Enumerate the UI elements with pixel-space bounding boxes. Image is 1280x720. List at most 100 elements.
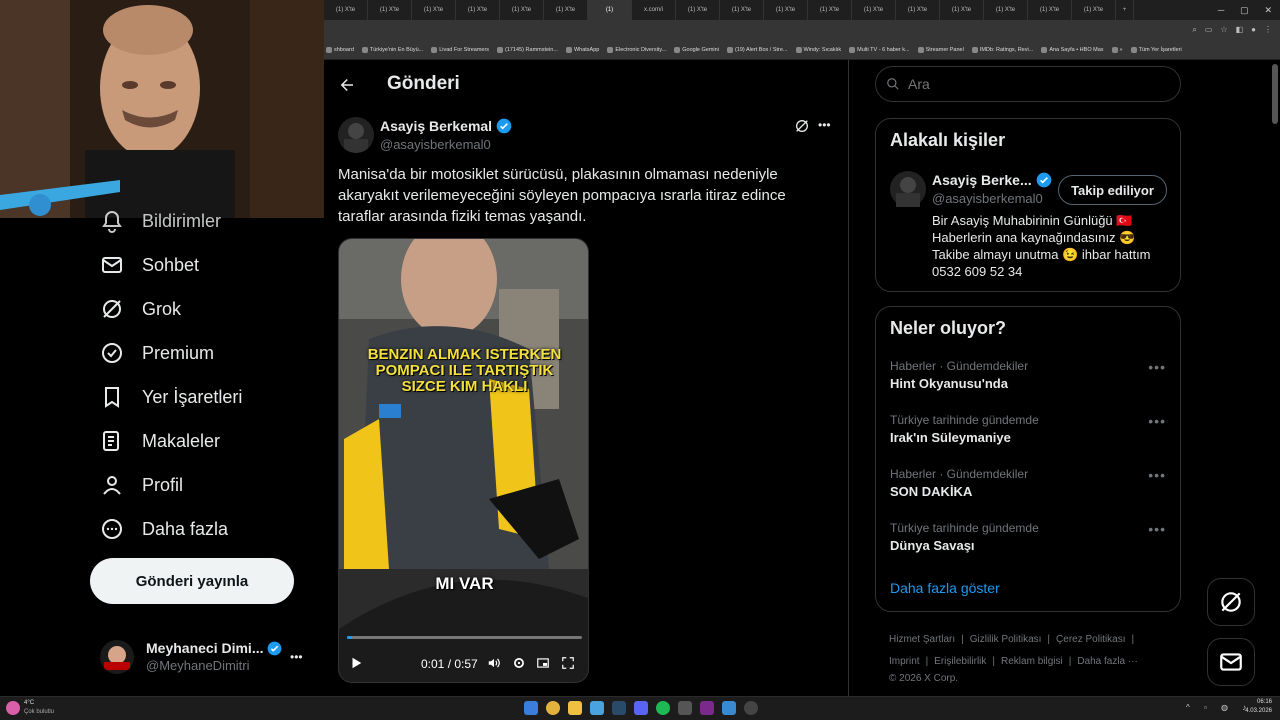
bookmark-item[interactable]: Livad For Streamers — [431, 46, 489, 53]
related-avatar[interactable] — [890, 171, 926, 207]
trend-item[interactable]: Haberler · Gündemdekiler Hint Okyanusu'nd… — [890, 359, 1166, 391]
trend-more-button[interactable]: ••• — [1148, 467, 1166, 483]
trend-item[interactable]: Haberler · Gündemdekiler SON DAKİKA ••• — [890, 467, 1166, 499]
grok-fab[interactable] — [1207, 578, 1255, 626]
nav-item-premium[interactable]: Premium — [100, 339, 214, 367]
browser-tab[interactable]: (1) X'te — [764, 0, 808, 20]
bookmark-item[interactable]: Tüm Yer İşaretleri — [1130, 46, 1182, 53]
post-button[interactable]: Gönderi yayınla — [90, 558, 294, 604]
video-progress-track[interactable] — [347, 636, 582, 639]
author-name-row[interactable]: Asayiş Berkemal — [380, 118, 512, 134]
browser-tab[interactable]: (1) X'te — [324, 0, 368, 20]
browser-tab[interactable]: (1) X'te — [1072, 0, 1116, 20]
back-arrow-icon[interactable] — [338, 76, 356, 94]
footer-link[interactable]: Gizlilik Politikası — [970, 629, 1042, 651]
bookmark-item[interactable]: Electronic Diversity... — [607, 46, 666, 53]
play-icon[interactable] — [349, 656, 363, 670]
browser-tab[interactable]: (1) X'te — [412, 0, 456, 20]
nav-item-bookmark[interactable]: Yer İşaretleri — [100, 383, 242, 411]
settings-gear-icon[interactable] — [512, 656, 526, 670]
steam-icon[interactable] — [612, 701, 626, 715]
footer-link[interactable]: Imprint — [889, 651, 920, 673]
browser-tab[interactable]: (1) X'te — [720, 0, 764, 20]
bookmark-item[interactable]: Ana Sayfa • HBO Max — [1041, 46, 1104, 53]
page-scrollbar[interactable] — [1272, 64, 1278, 124]
close-window-icon[interactable]: ✕ — [1265, 5, 1273, 16]
video-player[interactable]: BENZIN ALMAK ISTERKEN POMPACI ILE TARTIŞ… — [338, 238, 589, 683]
trend-more-button[interactable]: ••• — [1148, 413, 1166, 429]
browser-tab[interactable]: (1) X'te — [544, 0, 588, 20]
bookmark-item[interactable]: » — [1111, 46, 1123, 53]
bookmark-item[interactable]: WhatsApp — [565, 46, 599, 53]
chrome-icon[interactable] — [546, 701, 560, 715]
account-more-button[interactable]: ••• — [290, 650, 303, 664]
browser-tab[interactable]: (1) X'te — [368, 0, 412, 20]
messages-fab[interactable] — [1207, 638, 1255, 686]
app-icon[interactable] — [678, 701, 692, 715]
browser-tab[interactable]: (1) X'te — [896, 0, 940, 20]
browser-tab[interactable]: (1) X'te — [984, 0, 1028, 20]
bookmark-item[interactable]: Google Gemini — [674, 46, 719, 53]
browser-tab[interactable]: (1) X'te — [808, 0, 852, 20]
trend-item[interactable]: Türkiye tarihinde gündemde Dünya Savaşı ••… — [890, 521, 1166, 553]
nav-item-more-circle[interactable]: Daha fazla — [100, 515, 228, 543]
browser-tab[interactable]: (1) X'te — [500, 0, 544, 20]
bookmark-item[interactable]: (17145) Rammstein... — [497, 46, 558, 53]
grok-icon[interactable] — [794, 118, 810, 134]
windows-start-icon[interactable] — [524, 701, 538, 715]
search-input[interactable] — [908, 76, 1158, 92]
nav-item-grok[interactable]: Grok — [100, 295, 181, 323]
bookmark-item[interactable]: shboard — [326, 46, 354, 53]
bookmark-item[interactable]: IMDb: Ratings, Revi... — [971, 46, 1033, 53]
browser-tab[interactable]: (1) X'te — [852, 0, 896, 20]
volume-icon[interactable] — [487, 656, 501, 670]
nav-item-bell[interactable]: Bildirimler — [100, 207, 221, 235]
post-more-button[interactable]: ••• — [818, 118, 831, 132]
follow-button[interactable]: Takip ediliyor — [1058, 175, 1167, 205]
show-more-link[interactable]: Daha fazla göster — [890, 580, 1000, 596]
profile-icon-browser[interactable]: ● — [1251, 25, 1256, 35]
file-explorer-icon[interactable] — [568, 701, 582, 715]
star-icon[interactable]: ☆ — [1220, 25, 1227, 35]
trend-item[interactable]: Türkiye tarihinde gündemde Irak'ın Süleym… — [890, 413, 1166, 445]
bookmark-item[interactable]: (19) Alert Box / Stre... — [726, 46, 788, 53]
minimize-icon[interactable]: ─ — [1218, 5, 1224, 15]
browser-tab[interactable]: x.com/i — [632, 0, 676, 20]
extensions-icon[interactable]: ◧ — [1236, 25, 1244, 35]
footer-link[interactable]: Reklam bilgisi — [1001, 651, 1063, 673]
bookmark-item[interactable]: Multi TV - 6 haber k... — [849, 46, 910, 53]
pip-icon[interactable] — [536, 656, 550, 670]
browser-tab[interactable]: (1) — [588, 0, 632, 20]
app-icon[interactable] — [590, 701, 604, 715]
discord-icon[interactable] — [634, 701, 648, 715]
trend-more-button[interactable]: ••• — [1148, 359, 1166, 375]
related-name[interactable]: Asayiş Berke... — [932, 172, 1032, 188]
browser-tab[interactable]: (1) X'te — [676, 0, 720, 20]
app-icon[interactable] — [700, 701, 714, 715]
maximize-icon[interactable]: ▢ — [1240, 5, 1249, 16]
avatar[interactable] — [100, 640, 134, 674]
new-tab-button[interactable]: + — [1116, 0, 1134, 20]
browser-tab[interactable]: (1) X'te — [456, 0, 500, 20]
author-avatar[interactable] — [338, 117, 374, 153]
fullscreen-icon[interactable] — [561, 656, 575, 670]
nav-item-profile[interactable]: Profil — [100, 471, 183, 499]
trend-more-button[interactable]: ••• — [1148, 521, 1166, 537]
nav-item-mail[interactable]: Sohbet — [100, 251, 199, 279]
app-icon[interactable] — [722, 701, 736, 715]
spotify-icon[interactable] — [656, 701, 670, 715]
zoom-icon[interactable]: ⌕ — [1192, 25, 1196, 35]
related-name-row[interactable]: Asayiş Berke... — [932, 172, 1052, 188]
obs-icon[interactable] — [744, 701, 758, 715]
bookmark-item[interactable]: Streamer Panel — [917, 46, 964, 53]
menu-icon[interactable]: ⋮ — [1264, 25, 1272, 35]
footer-link[interactable]: Çerez Politikası — [1056, 629, 1125, 651]
footer-link[interactable]: Hizmet Şartları — [889, 629, 955, 651]
author-name[interactable]: Asayiş Berkemal — [380, 118, 492, 134]
bookmark-item[interactable]: Türkiye'nin En Büyü... — [361, 46, 423, 53]
footer-link[interactable]: Daha fazla ··· — [1077, 651, 1138, 673]
browser-tab[interactable]: (1) X'te — [940, 0, 984, 20]
footer-link[interactable]: Erişilebilirlik — [934, 651, 986, 673]
cast-icon[interactable]: ▭ — [1205, 25, 1213, 35]
browser-tab[interactable]: (1) X'te — [1028, 0, 1072, 20]
